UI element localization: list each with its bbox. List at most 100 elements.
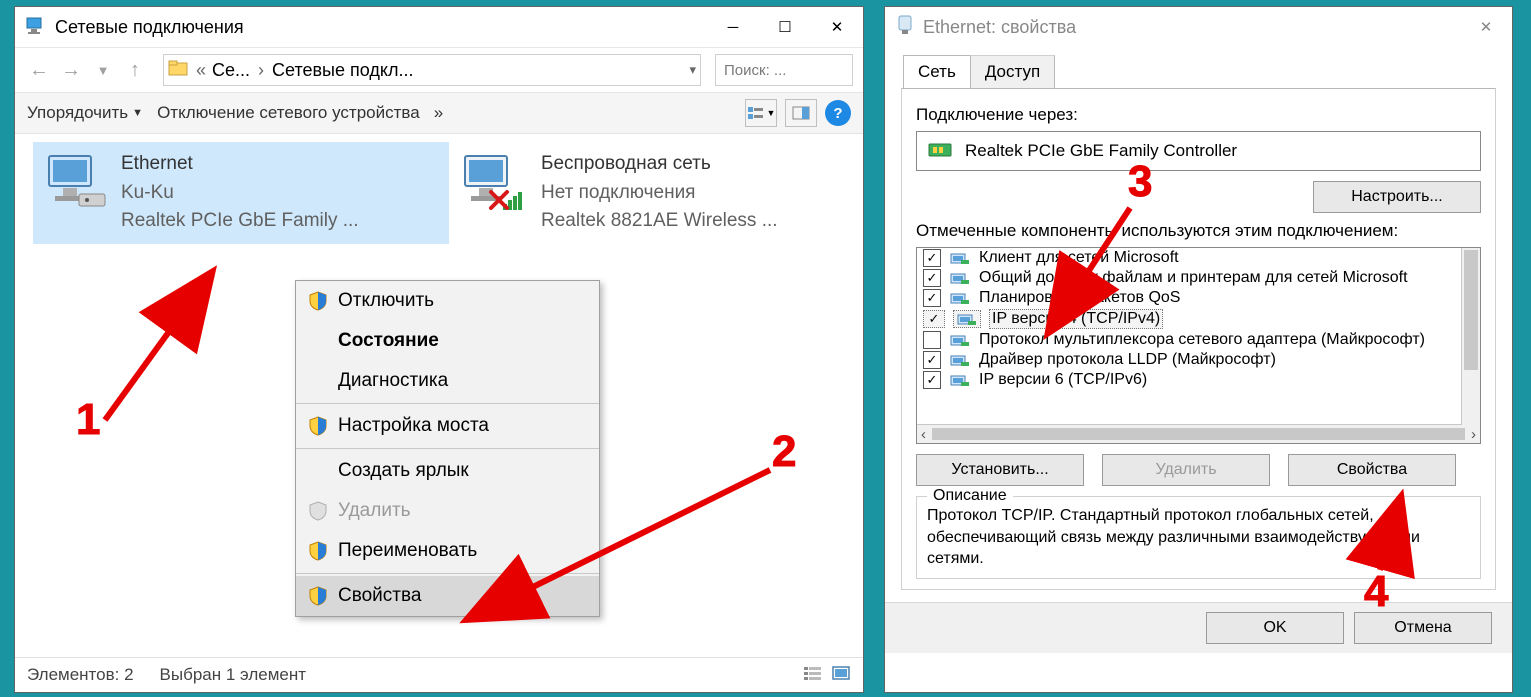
close-button[interactable]: ✕ (811, 7, 863, 47)
disable-device-button[interactable]: Отключение сетевого устройства (157, 103, 420, 123)
tab-strip: Сеть Доступ (903, 55, 1512, 88)
remove-button: Удалить (1102, 454, 1270, 486)
help-button[interactable]: ? (825, 100, 851, 126)
component-item[interactable]: ✓ IP версии 6 (TCP/IPv6) (917, 370, 1480, 390)
shield-icon (308, 501, 328, 521)
protocol-icon (949, 352, 971, 368)
adapter-wireless[interactable]: Беспроводная сеть Нет подключения Realte… (453, 142, 869, 244)
annotation-3: 3 (1128, 160, 1152, 204)
ctx-disable[interactable]: Отключить (296, 281, 599, 321)
annotation-1: 1 (76, 398, 100, 442)
checkbox[interactable]: ✓ (923, 351, 941, 369)
app-icon (25, 14, 47, 40)
description-group: Описание Протокол TCP/IP. Стандартный пр… (916, 496, 1481, 579)
adapter-subtitle: Ku-Ku (121, 179, 359, 208)
ctx-status[interactable]: Состояние (296, 321, 599, 361)
adapter-name: Ethernet (121, 150, 359, 179)
adapter-display: Realtek PCIe GbE Family Controller (916, 131, 1481, 171)
component-label: Общий доступ к файлам и принтерам для се… (979, 269, 1408, 287)
checkbox[interactable]: ✓ (923, 310, 945, 328)
properties-panel: Подключение через: Realtek PCIe GbE Fami… (901, 88, 1496, 590)
organize-menu[interactable]: Упорядочить ▼ (27, 103, 143, 123)
titlebar[interactable]: Сетевые подключения ─ ☐ ✕ (15, 7, 863, 47)
ctx-bridge[interactable]: Настройка моста (296, 406, 599, 446)
adapter-subtitle: Нет подключения (541, 179, 778, 208)
back-button[interactable]: ← (25, 56, 53, 84)
checkbox[interactable]: ✓ (923, 289, 941, 307)
adapter-ethernet[interactable]: Ethernet Ku-Ku Realtek PCIe GbE Family .… (33, 142, 449, 244)
configure-button[interactable]: Настроить... (1313, 181, 1481, 213)
horizontal-scrollbar[interactable]: ‹› (917, 424, 1480, 443)
description-legend: Описание (927, 487, 1013, 505)
component-label: IP версии 4 (TCP/IPv4) (989, 309, 1163, 329)
checkbox[interactable]: ✓ (923, 249, 941, 267)
protocol-icon (949, 372, 971, 388)
annotation-4: 4 (1364, 570, 1388, 614)
shield-icon (308, 416, 328, 436)
adapter-device: Realtek PCIe GbE Family ... (121, 207, 359, 236)
more-commands[interactable]: » (434, 103, 443, 123)
forward-button[interactable]: → (57, 56, 85, 84)
preview-pane-button[interactable] (785, 99, 817, 127)
component-item[interactable]: ✓ Планировщик пакетов QoS (917, 288, 1480, 308)
checkbox[interactable] (923, 331, 941, 349)
address-dropdown-icon[interactable]: ▾ (689, 62, 696, 78)
ctx-diagnose[interactable]: Диагностика (296, 361, 599, 401)
selection-info: Выбран 1 элемент (160, 665, 306, 685)
breadcrumb-part[interactable]: Се... (212, 60, 250, 81)
components-list[interactable]: ✓ Клиент для сетей Microsoft ✓ Общий доступ… (916, 247, 1481, 444)
components-label: Отмеченные компоненты используются этим … (916, 221, 1481, 241)
component-label: Клиент для сетей Microsoft (979, 249, 1179, 267)
component-item[interactable]: ✓ Общий доступ к файлам и принтерам для с… (917, 268, 1480, 288)
adapter-device: Realtek 8821AE Wireless ... (541, 207, 778, 236)
component-properties-button[interactable]: Свойства (1288, 454, 1456, 486)
window-title: Сетевые подключения (55, 17, 707, 38)
up-button[interactable]: ↑ (121, 56, 149, 84)
ctx-delete: Удалить (296, 491, 599, 531)
protocol-icon (953, 310, 981, 328)
component-item[interactable]: Протокол мультиплексора сетевого адаптер… (917, 330, 1480, 350)
ethernet-icon (41, 150, 111, 220)
component-label: IP версии 6 (TCP/IPv6) (979, 371, 1147, 389)
component-item[interactable]: ✓ Клиент для сетей Microsoft (917, 248, 1480, 268)
tab-access[interactable]: Доступ (970, 55, 1055, 88)
status-bar: Элементов: 2 Выбран 1 элемент (15, 657, 863, 692)
titlebar[interactable]: Ethernet: свойства ✕ (885, 7, 1512, 47)
search-input[interactable]: Поиск: ... (715, 54, 853, 86)
annotation-2: 2 (772, 430, 796, 474)
view-options-button[interactable]: ▼ (745, 99, 777, 127)
ctx-shortcut[interactable]: Создать ярлык (296, 451, 599, 491)
adapter-name: Беспроводная сеть (541, 150, 778, 179)
tab-network[interactable]: Сеть (903, 55, 971, 88)
large-icons-view-icon[interactable] (831, 665, 851, 686)
details-view-icon[interactable] (803, 665, 823, 686)
address-bar[interactable]: « Се... › Сетевые подкл... ▾ (163, 54, 701, 86)
minimize-button[interactable]: ─ (707, 7, 759, 47)
shield-icon (308, 541, 328, 561)
ctx-properties[interactable]: Свойства (296, 576, 599, 616)
nic-icon (927, 138, 955, 165)
protocol-icon (949, 290, 971, 306)
ok-button[interactable]: OK (1206, 612, 1344, 644)
breadcrumb-separator: « (196, 60, 206, 81)
breadcrumb-part[interactable]: Сетевые подкл... (272, 60, 413, 81)
component-item[interactable]: ✓ IP версии 4 (TCP/IPv4) (917, 308, 1480, 330)
install-button[interactable]: Установить... (916, 454, 1084, 486)
breadcrumb-chevron-icon: › (258, 60, 264, 81)
cancel-button[interactable]: Отмена (1354, 612, 1492, 644)
wireless-icon (461, 150, 531, 220)
protocol-icon (949, 332, 971, 348)
close-button[interactable]: ✕ (1460, 7, 1512, 47)
ctx-rename[interactable]: Переименовать (296, 531, 599, 571)
component-label: Планировщик пакетов QoS (979, 289, 1180, 307)
ethernet-properties-window: Ethernet: свойства ✕ Сеть Доступ Подключ… (884, 6, 1513, 693)
recent-locations-button[interactable]: ▼ (89, 56, 117, 84)
vertical-scrollbar[interactable] (1461, 248, 1480, 425)
maximize-button[interactable]: ☐ (759, 7, 811, 47)
shield-icon (308, 291, 328, 311)
component-item[interactable]: ✓Драйвер протокола LLDP (Майкрософт) (917, 350, 1480, 370)
context-menu: Отключить Состояние Диагностика Настройк… (295, 280, 600, 617)
checkbox[interactable]: ✓ (923, 269, 941, 287)
protocol-icon (949, 250, 971, 266)
checkbox[interactable]: ✓ (923, 371, 941, 389)
